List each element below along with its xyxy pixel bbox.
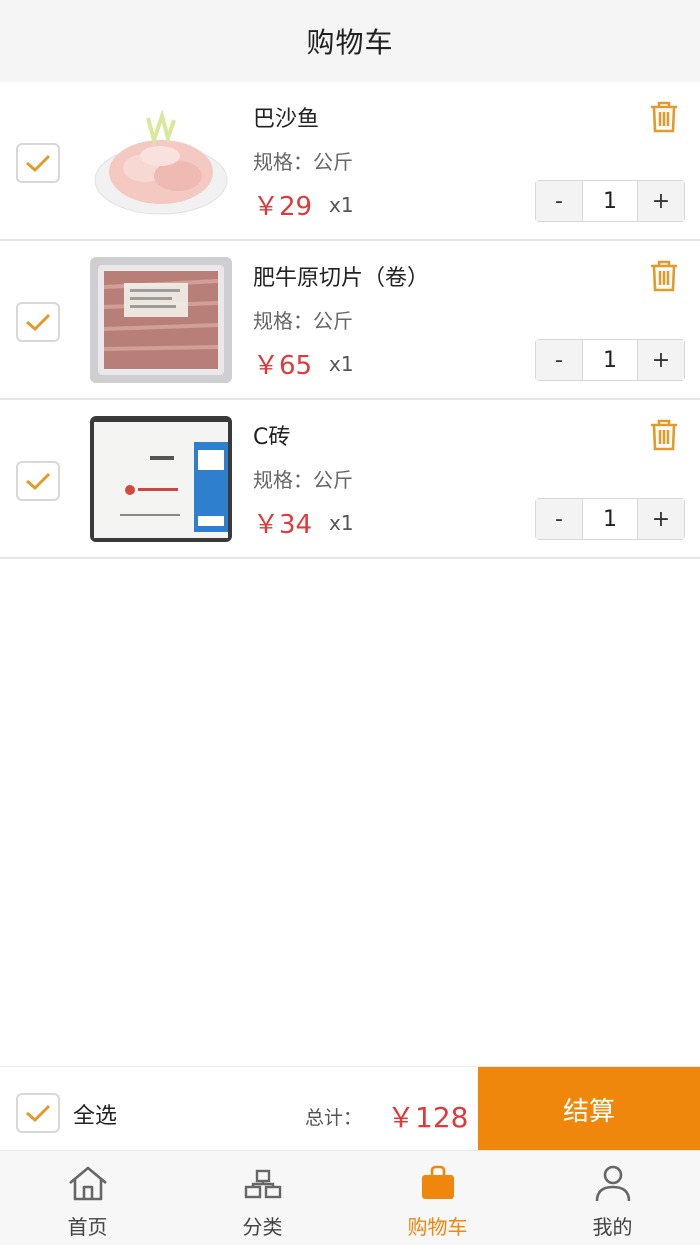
tab-cart[interactable]: 购物车	[350, 1151, 525, 1245]
decrease-button[interactable]: -	[536, 499, 582, 539]
cart-item: 巴沙鱼 规格：公斤 ￥29 x1 - 1 +	[0, 82, 700, 241]
page-title: 购物车	[306, 26, 394, 59]
category-icon	[244, 1169, 281, 1199]
tab-category[interactable]: 分类	[175, 1151, 350, 1245]
product-spec: 规格：公斤	[253, 150, 353, 174]
item-checkbox[interactable]	[16, 461, 60, 501]
decrease-button[interactable]: -	[536, 181, 582, 221]
product-price: ￥29	[253, 192, 313, 222]
product-quantity-label: x1	[329, 511, 354, 535]
tab-label: 我的	[592, 1215, 633, 1239]
quantity-value[interactable]: 1	[582, 499, 638, 539]
total-label: 总计：	[305, 1107, 363, 1129]
tab-label: 购物车	[407, 1215, 468, 1239]
product-name: 巴沙鱼	[253, 107, 320, 132]
checkout-bar: 全选 总计： ￥128 结算	[0, 1066, 700, 1151]
trash-icon[interactable]	[648, 418, 680, 452]
product-spec: 规格：公斤	[253, 468, 353, 492]
tab-label: 分类	[242, 1215, 283, 1239]
check-icon	[26, 472, 51, 491]
product-name: 肥牛原切片（卷）	[253, 266, 430, 291]
cart-item: C砖 规格：公斤 ￥34 x1 - 1 +	[0, 400, 700, 559]
shopping-bag-icon	[421, 1165, 454, 1199]
bottom-tab-bar: 首页 分类 购物车 我的	[0, 1150, 700, 1245]
total-value: ￥128	[387, 1101, 469, 1134]
product-spec: 规格：公斤	[253, 309, 353, 333]
product-name: C砖	[253, 425, 291, 450]
increase-button[interactable]: +	[638, 181, 684, 221]
tab-label: 首页	[67, 1215, 108, 1239]
page-header: 购物车	[0, 0, 700, 83]
decrease-button[interactable]: -	[536, 340, 582, 380]
cart-list: 巴沙鱼 规格：公斤 ￥29 x1 - 1 + 肥牛原切片（卷） 规格：公斤 ￥6…	[0, 82, 700, 559]
tab-home[interactable]: 首页	[0, 1151, 175, 1245]
product-box-image	[90, 416, 232, 542]
product-quantity-label: x1	[329, 193, 354, 217]
select-all-label[interactable]: 全选	[73, 1098, 117, 1130]
check-icon	[26, 1104, 51, 1123]
quantity-stepper: - 1 +	[535, 498, 685, 540]
trash-icon[interactable]	[648, 259, 680, 293]
quantity-stepper: - 1 +	[535, 180, 685, 222]
trash-icon[interactable]	[648, 100, 680, 134]
product-image[interactable]	[90, 257, 232, 383]
check-icon	[26, 313, 51, 332]
select-all-checkbox[interactable]	[16, 1093, 60, 1133]
home-icon	[68, 1166, 107, 1201]
quantity-stepper: - 1 +	[535, 339, 685, 381]
fish-fillet-image	[90, 98, 232, 224]
check-icon	[26, 154, 51, 173]
product-quantity-label: x1	[329, 352, 354, 376]
item-checkbox[interactable]	[16, 143, 60, 183]
increase-button[interactable]: +	[638, 340, 684, 380]
product-image[interactable]	[90, 416, 232, 542]
beef-slices-image	[90, 257, 232, 383]
quantity-value[interactable]: 1	[582, 340, 638, 380]
item-checkbox[interactable]	[16, 302, 60, 342]
product-price: ￥65	[253, 351, 313, 381]
user-icon	[595, 1165, 630, 1202]
quantity-value[interactable]: 1	[582, 181, 638, 221]
product-price: ￥34	[253, 510, 313, 540]
increase-button[interactable]: +	[638, 499, 684, 539]
checkout-button[interactable]: 结算	[478, 1067, 700, 1151]
product-image[interactable]	[90, 98, 232, 224]
tab-profile[interactable]: 我的	[525, 1151, 700, 1245]
cart-item: 肥牛原切片（卷） 规格：公斤 ￥65 x1 - 1 +	[0, 241, 700, 400]
